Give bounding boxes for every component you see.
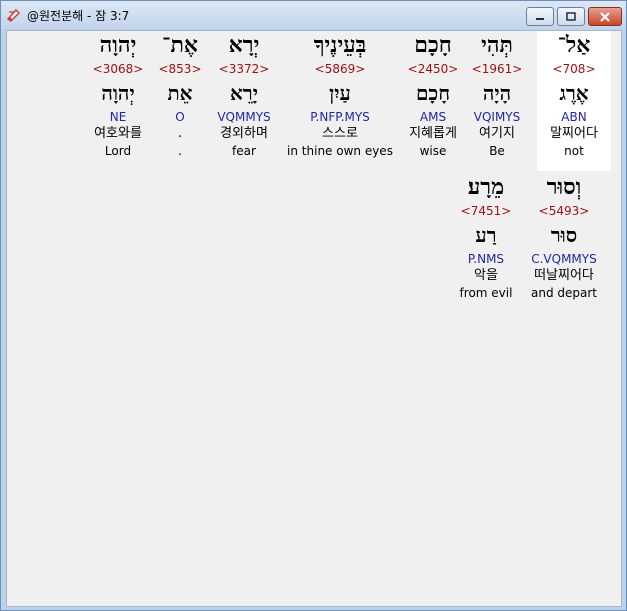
maximize-button[interactable] xyxy=(557,7,585,26)
hebrew-root: אֵת xyxy=(167,81,193,105)
hebrew-root: אֶרֶג xyxy=(559,81,589,105)
english-gloss: in thine own eyes xyxy=(287,144,393,158)
title-bar[interactable]: @원전분해 - 잠 3:7 xyxy=(1,1,626,29)
close-button[interactable] xyxy=(588,7,622,26)
word-column[interactable]: אַל־ <708> אֶרֶג ABN 말찌어다 not xyxy=(537,31,611,171)
strong-number: <853> xyxy=(158,62,202,76)
strong-number: <5493> xyxy=(538,204,590,218)
strong-number: <2450> xyxy=(407,62,459,76)
hebrew-root: יְהוָה xyxy=(101,81,135,105)
korean-gloss: 악을 xyxy=(474,268,498,283)
hebrew-word: יְרָא xyxy=(228,32,260,58)
window-title: @원전분해 - 잠 3:7 xyxy=(27,9,130,23)
word-column[interactable]: בְּעֵינֶיךָ <5869> עַיִן P.NFP.MYS 스스로 i… xyxy=(285,31,395,159)
minimize-icon xyxy=(536,17,544,20)
hebrew-word: חָכָם xyxy=(414,32,452,58)
parsing-code: ABN xyxy=(561,110,587,124)
strong-number: <3068> xyxy=(92,62,144,76)
hebrew-root: סוּר xyxy=(550,223,578,247)
parsing-code: VQMMYS xyxy=(217,110,271,124)
parsing-code: NE xyxy=(109,110,127,124)
english-gloss: . xyxy=(178,144,182,158)
korean-gloss: 경외하며 xyxy=(220,126,268,141)
app-icon xyxy=(6,7,22,23)
english-gloss: Lord xyxy=(104,144,132,158)
close-icon xyxy=(600,11,610,22)
hebrew-word: אַל־ xyxy=(557,32,591,58)
word-column[interactable]: יְהוָה <3068> יְהוָה NE 여호와를 Lord xyxy=(83,31,153,159)
strong-number: <7451> xyxy=(460,204,512,218)
korean-gloss: 지혜롭게 xyxy=(409,126,457,141)
word-column[interactable]: וְסוּר <5493> סוּר C.VQMMYS 떠날찌어다 and de… xyxy=(522,173,606,301)
word-column[interactable]: מֵרָע׃ <7451> רַע P.NMS 악을 from evil xyxy=(453,173,519,301)
hebrew-root: עַיִן xyxy=(329,81,351,105)
strong-number: <708> xyxy=(552,62,596,76)
english-gloss: fear xyxy=(232,144,256,158)
english-gloss: not xyxy=(564,144,584,158)
hebrew-word: יְהוָה xyxy=(99,32,137,58)
parsing-code: O xyxy=(175,110,185,124)
strong-number: <5869> xyxy=(314,62,366,76)
english-gloss: and depart xyxy=(531,286,597,300)
korean-gloss: . xyxy=(177,126,183,141)
strong-number: <3372> xyxy=(218,62,270,76)
hebrew-root: יָרֵא xyxy=(230,81,258,105)
english-gloss: wise xyxy=(419,144,447,158)
maximize-icon xyxy=(566,11,576,21)
parsing-code: C.VQMMYS xyxy=(531,252,597,266)
korean-gloss: 말찌어다 xyxy=(550,126,598,141)
main-window: @원전분해 - 잠 3:7 אַל־ <708> אֶרֶג ABN 말찌어다 … xyxy=(0,0,627,611)
word-column[interactable]: יְרָא <3372> יָרֵא VQMMYS 경외하며 fear xyxy=(207,31,281,159)
verse-analysis-panel: אַל־ <708> אֶרֶג ABN 말찌어다 not תְּהִי <19… xyxy=(6,30,622,607)
korean-gloss: 스스로 xyxy=(322,126,358,141)
hebrew-word: אֶת־ xyxy=(162,32,198,58)
word-column[interactable]: אֶת־ <853> אֵת O . . xyxy=(155,31,205,159)
english-gloss: from evil xyxy=(459,286,513,300)
hebrew-root: רַע xyxy=(475,223,497,247)
parsing-code: P.NMS xyxy=(467,252,505,266)
hebrew-word: וְסוּר xyxy=(546,174,582,200)
korean-gloss: 떠날찌어다 xyxy=(534,268,594,283)
korean-gloss: 여호와를 xyxy=(94,126,142,141)
hebrew-word: בְּעֵינֶיךָ xyxy=(313,32,367,58)
minimize-button[interactable] xyxy=(526,7,554,26)
parsing-code: P.NFP.MYS xyxy=(310,110,370,124)
hebrew-word: מֵרָע׃ xyxy=(467,174,505,200)
hebrew-root: חָכָם xyxy=(415,81,451,105)
parsing-code: AMS xyxy=(419,110,447,124)
word-column[interactable]: חָכָם <2450> חָכָם AMS 지혜롭게 wise xyxy=(393,31,473,159)
